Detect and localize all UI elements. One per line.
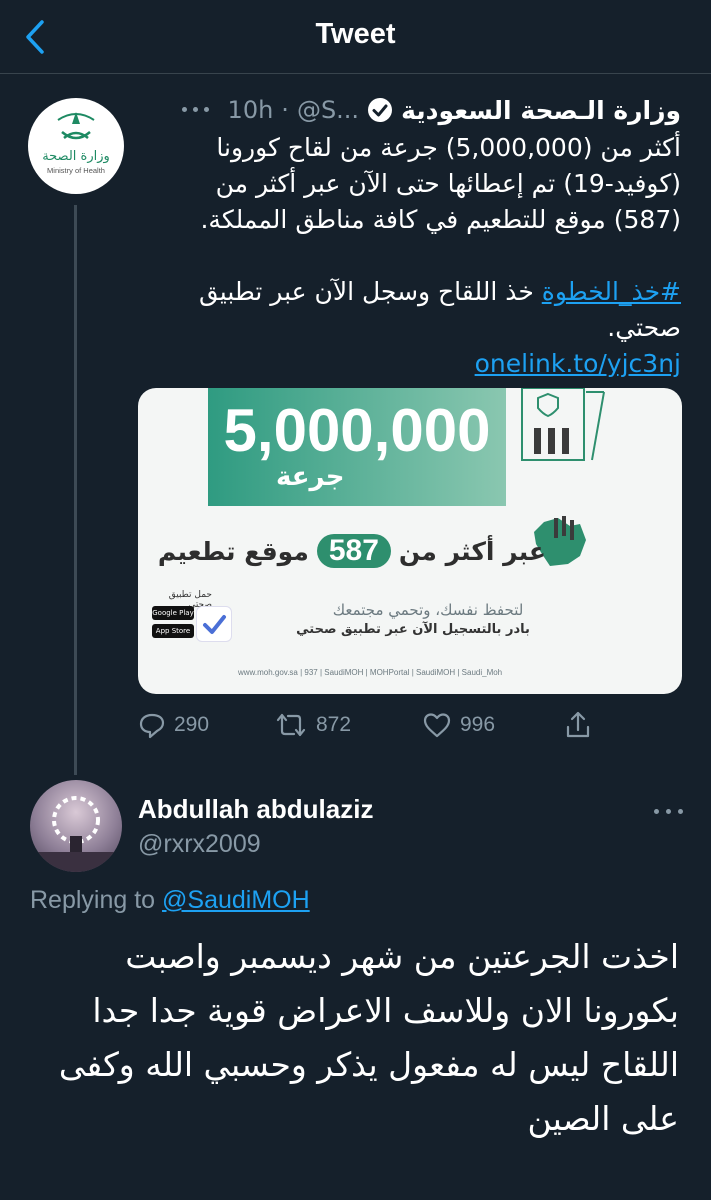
- tweet-actions: 290 872 996: [138, 706, 608, 744]
- reply-text-line: اخذت الجرعتين من شهر ديسمبر واصبت: [125, 937, 679, 976]
- replying-to-label: Replying to: [30, 886, 156, 914]
- tweet-time[interactable]: 10h: [228, 96, 274, 124]
- thread-line: [74, 205, 77, 775]
- dose-count: 5,000,000: [223, 397, 491, 464]
- share-button[interactable]: [564, 706, 592, 744]
- replying-to-mention[interactable]: @SaudiMOH: [162, 886, 310, 914]
- sites-line: عبر أكثر من 587 موقع تطعيم: [158, 534, 546, 568]
- reply-more-icon[interactable]: [652, 804, 688, 818]
- hashtag-link[interactable]: #خذ_الخطوة: [542, 277, 681, 306]
- moh-logo-icon: وزارة الصحة Ministry of Health: [42, 112, 110, 175]
- reply-count: 290: [174, 713, 210, 736]
- like-count: 996: [460, 713, 496, 736]
- reply-text-line: على الصين: [527, 1099, 679, 1138]
- reply-author-name[interactable]: Abdullah abdulaziz: [138, 794, 373, 825]
- cta-line-2: صحتي.: [607, 313, 681, 342]
- page-title: Tweet: [315, 18, 396, 50]
- sites-suffix: موقع تطعيم: [157, 536, 309, 566]
- cta-text: خذ اللقاح وسجل الآن عبر تطبيق: [198, 277, 542, 306]
- reply-text-line: بكورونا الان وللاسف الاعراض قوية جدا جدا: [92, 991, 679, 1030]
- like-button[interactable]: 996: [422, 706, 495, 744]
- replying-to: Replying to @SaudiMOH: [30, 886, 310, 915]
- sites-prefix: عبر أكثر من: [398, 536, 546, 566]
- dose-count-box: 5,000,000 جرعة: [208, 388, 506, 506]
- top-bar: Tweet: [0, 0, 711, 74]
- share-icon: [566, 711, 590, 738]
- author-name[interactable]: وزارة الـصحة السعودية: [401, 96, 681, 125]
- moh-contacts-footer: www.moh.gov.sa | 937 | SaudiMOH | MOHPor…: [238, 668, 503, 677]
- tweet-text-line: أكثر من (5,000,000) جرعة من لقاح كورونا: [216, 133, 681, 162]
- author-handle[interactable]: @S...: [297, 96, 359, 124]
- reply-avatar[interactable]: [30, 780, 122, 872]
- moh-avatar[interactable]: وزارة الصحة Ministry of Health: [28, 98, 124, 194]
- retweet-icon: [276, 713, 306, 737]
- google-play-badge: Google Play: [152, 606, 194, 620]
- retweet-count: 872: [316, 713, 352, 736]
- app-store-badge: App Store: [152, 624, 194, 638]
- sites-count: 587: [316, 534, 391, 568]
- retweet-button[interactable]: 872: [274, 706, 351, 744]
- external-link[interactable]: onelink.to/yjc3nj: [475, 349, 681, 378]
- tweet-text-line: (587) موقع للتطعيم في كافة مناطق المملكة…: [200, 205, 681, 234]
- logo-text-ar: وزارة الصحة: [42, 149, 110, 164]
- reply-text: اخذت الجرعتين من شهر ديسمبر واصبت بكورون…: [29, 930, 679, 1146]
- tweet-image[interactable]: 5,000,000 جرعة عبر أكثر من 587 موقع تطعي…: [138, 388, 682, 694]
- tweet-more-icon[interactable]: [180, 105, 214, 115]
- tweet-header: وزارة الـصحة السعودية @S... · 10h: [180, 92, 681, 128]
- doses-label: جرعة: [276, 462, 345, 492]
- cta-line: #خذ_الخطوة خذ اللقاح وسجل الآن عبر تطبيق: [161, 274, 681, 310]
- tweet-text: أكثر من (5,000,000) جرعة من لقاح كورونا …: [161, 130, 681, 382]
- dot-separator: ·: [281, 96, 289, 124]
- verified-badge-icon: [368, 98, 393, 122]
- reply-author-handle[interactable]: @rxrx2009: [138, 830, 261, 859]
- heart-icon: [423, 713, 451, 738]
- avatar-image-icon: [30, 796, 122, 872]
- sehhaty-app-icon: [196, 606, 232, 642]
- register-text: بادر بالتسجيل الآن عبر تطبيق صحتي: [296, 622, 530, 637]
- reply-button[interactable]: 290: [138, 706, 209, 744]
- vaccine-vials-icon: [521, 388, 605, 461]
- tweet-text-line: (كوفيد-19) تم إعطائها حتى الآن عبر أكثر …: [215, 169, 681, 198]
- logo-text-en: Ministry of Health: [47, 166, 105, 175]
- reply-text-line: اللقاح ليس له مفعول يذكر وحسبي الله وكفى: [58, 1045, 679, 1084]
- reply-icon: [139, 713, 165, 739]
- protect-text: لتحفظ نفسك، وتحمي مجتمعك: [332, 601, 524, 619]
